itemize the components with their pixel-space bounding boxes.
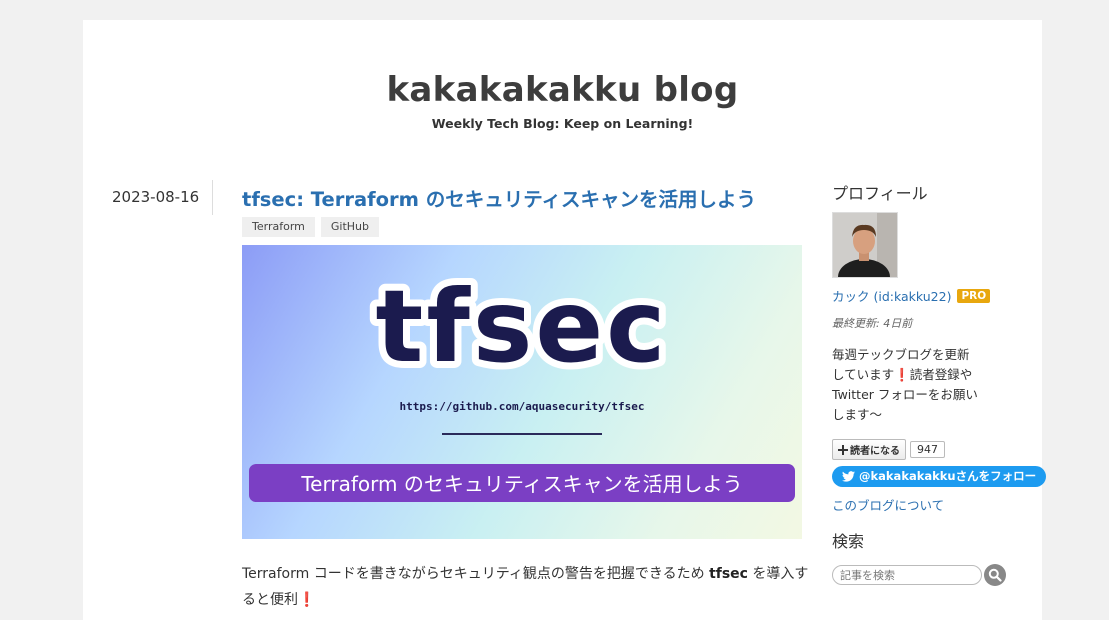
search-heading: 検索 <box>832 532 865 551</box>
page-container: kakakakakku blog Weekly Tech Blog: Keep … <box>83 20 1047 620</box>
profile-heading: プロフィール <box>832 184 928 203</box>
blog-description: Weekly Tech Blog: Keep on Learning! <box>431 116 694 131</box>
date-divider <box>212 180 213 215</box>
search-form <box>832 564 1006 586</box>
category-tag-github[interactable]: GitHub <box>320 217 379 237</box>
twitter-bird-icon <box>842 470 855 482</box>
search-icon <box>988 568 1002 582</box>
exclamation-icon: ❗ <box>298 592 316 608</box>
eyecatch-big-word: tfsec <box>376 268 669 385</box>
intro-text: Terraform コードを書きながらセキュリティ観点の警告を把握できるため <box>242 566 710 582</box>
plus-icon <box>838 444 848 455</box>
eyecatch-url: https://github.com/aquasecurity/tfsec <box>399 400 644 413</box>
blog-title[interactable]: kakakakakku blog <box>83 70 1042 110</box>
profile-description: 毎週テックブログを更新しています❗読者登録や Twitter フォローをお願いし… <box>832 345 982 425</box>
subscribe-label: 読者になる <box>850 446 900 457</box>
profile-name-line: カック (id:kakku22) PRO <box>832 286 1042 305</box>
search-input[interactable] <box>832 565 982 585</box>
eyecatch-graphic: tfsec https://github.com/aquasecurity/tf… <box>249 261 795 502</box>
entry-date[interactable]: 2023-08-16 <box>112 188 199 206</box>
search-button[interactable] <box>984 564 1006 586</box>
about-blog-link[interactable]: このブログについて <box>832 495 1042 514</box>
subscribe-button[interactable]: 読者になる <box>832 439 906 460</box>
intro-bold: tfsec <box>709 566 748 582</box>
eyecatch-image: tfsec https://github.com/aquasecurity/tf… <box>242 245 802 539</box>
exclamation-icon: ❗ <box>894 367 910 382</box>
subscribe-area: 読者になる 947 <box>832 439 1042 460</box>
last-updated: 最終更新: 4日前 <box>832 317 913 330</box>
avatar-image <box>833 213 897 277</box>
entry-title[interactable]: tfsec: Terraform のセキュリティスキャンを活用しよう <box>242 183 756 212</box>
category-tag-terraform[interactable]: Terraform <box>242 217 315 237</box>
twitter-follow-label: @kakakakakkuさんをフォロー <box>859 469 1037 483</box>
sidebar: プロフィール カック (id:kakku22) PRO 最終更新: 4日前 毎週… <box>832 180 1047 514</box>
eyecatch-banner-text: Terraform のセキュリティスキャンを活用しよう <box>300 472 742 496</box>
pro-badge: PRO <box>957 288 991 303</box>
twitter-follow-button[interactable]: @kakakakakkuさんをフォロー <box>832 466 1047 487</box>
profile-name-link[interactable]: カック (id:kakku22) <box>832 286 951 305</box>
entry-categories: Terraform GitHub <box>242 217 379 237</box>
avatar[interactable] <box>832 212 898 278</box>
eyecatch-divider <box>442 433 602 435</box>
subscriber-count: 947 <box>910 441 945 458</box>
entry-intro: Terraform コードを書きながらセキュリティ観点の警告を把握できるため t… <box>242 561 812 613</box>
